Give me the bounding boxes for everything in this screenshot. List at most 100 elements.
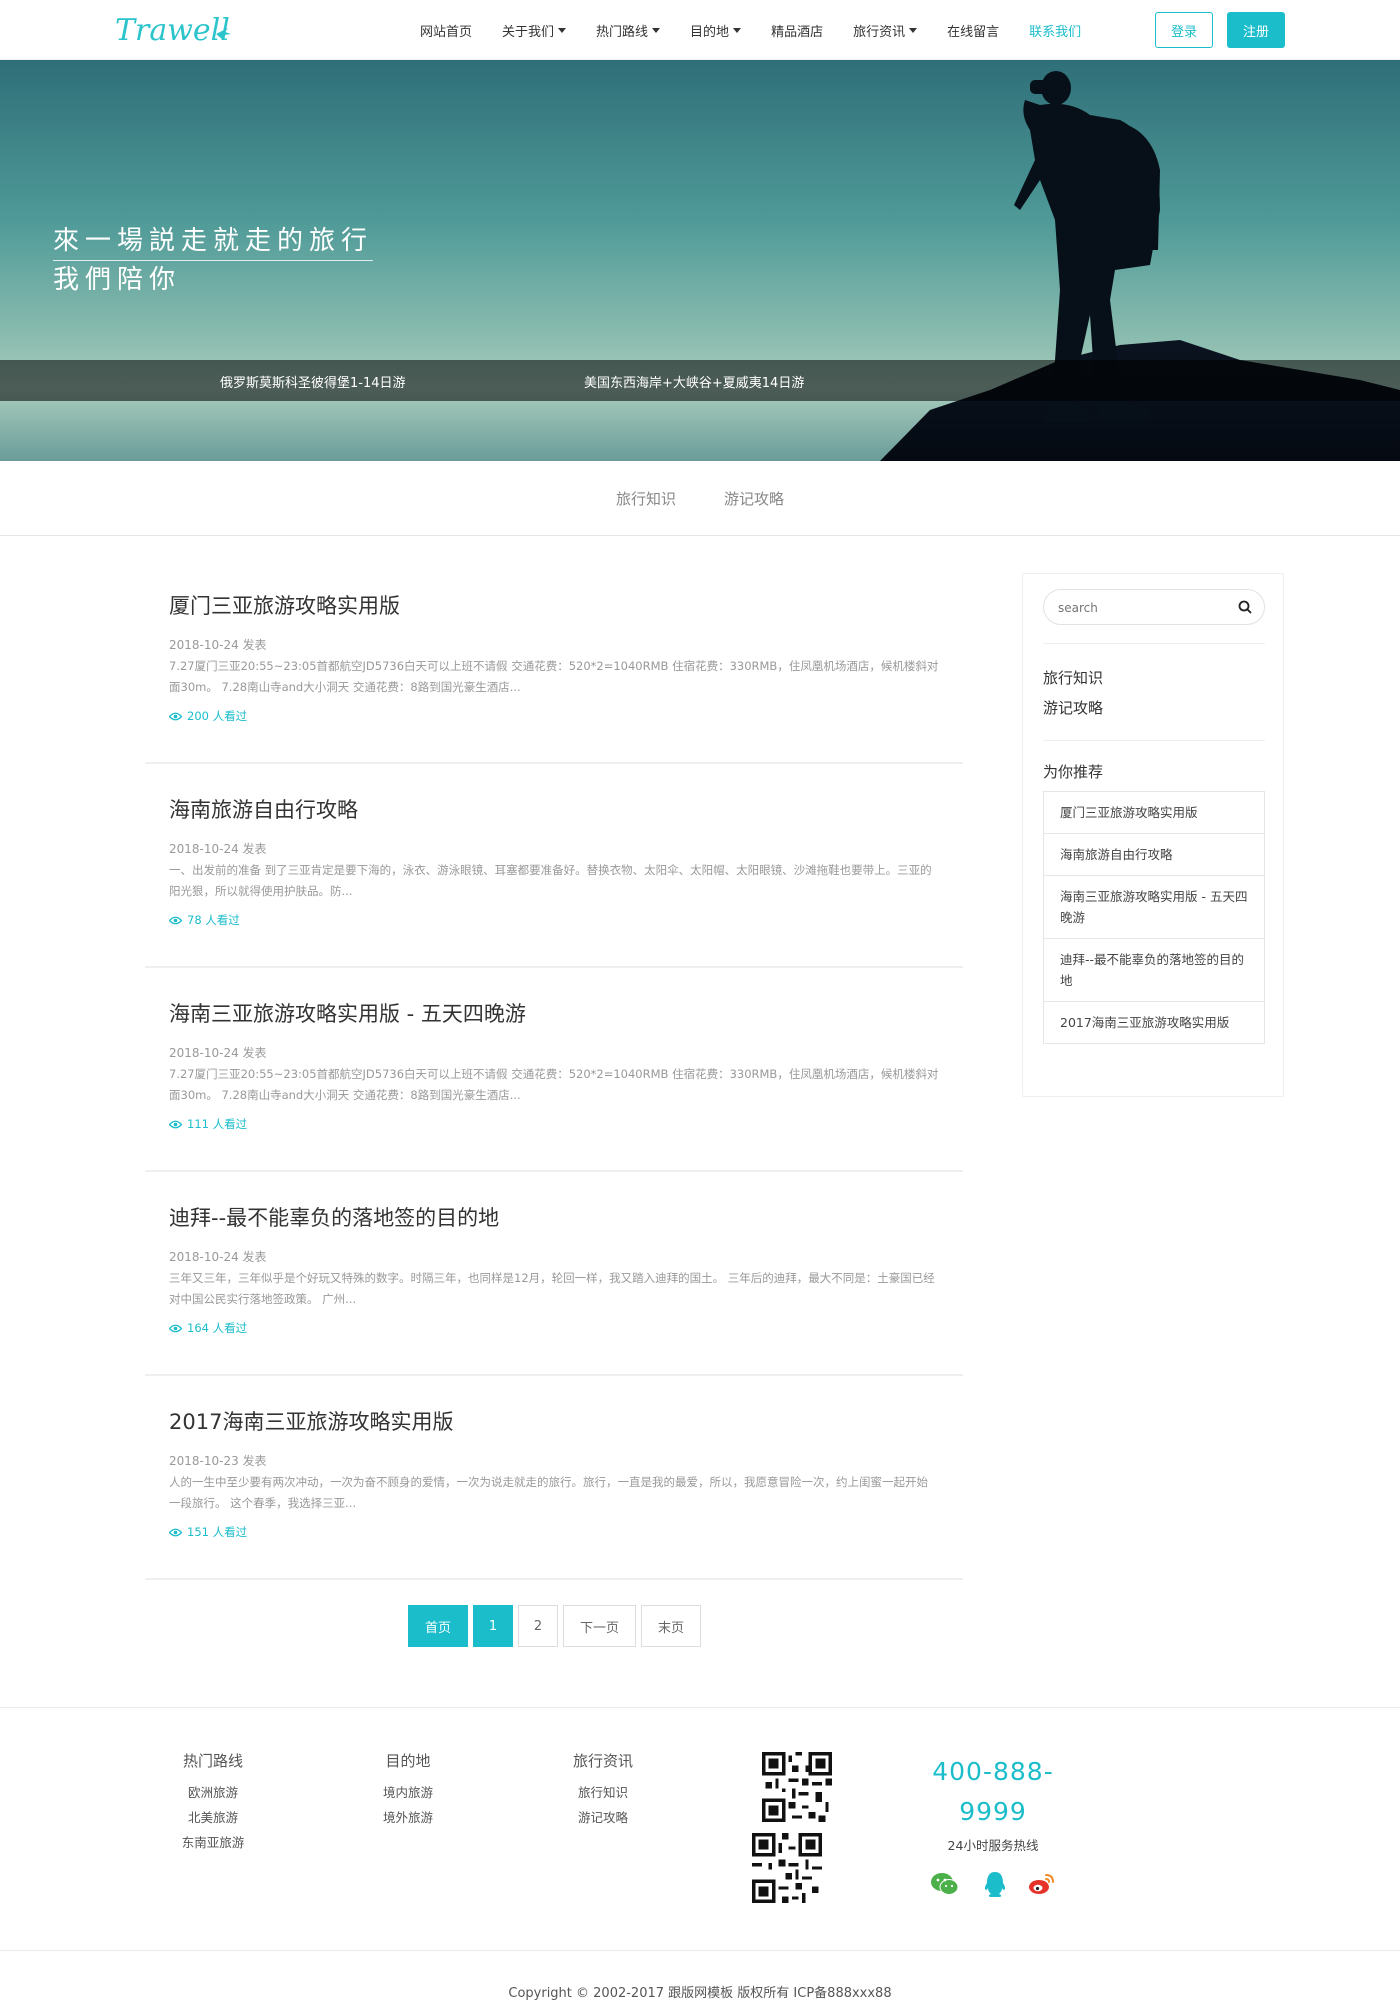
article-views-count: 200 人看过 [187, 709, 248, 723]
article-date: 2018-10-24 发表 [169, 842, 267, 856]
wechat-icon[interactable] [930, 1870, 960, 1898]
article-views-count: 111 人看过 [187, 1117, 248, 1131]
page-first-button[interactable]: 首页 [408, 1605, 469, 1647]
hero-title-line2: 我們陪你 [53, 265, 182, 295]
qr-code-icon [752, 1833, 822, 1903]
hero-headline: 來一場説走就走的旅行 我們陪你 [53, 222, 374, 299]
eye-icon [169, 916, 182, 924]
article-title[interactable]: 2017海南三亚旅游攻略实用版 [169, 1408, 939, 1436]
qq-icon[interactable] [980, 1870, 1010, 1898]
article-title[interactable]: 厦门三亚旅游攻略实用版 [169, 592, 939, 620]
footer-col-title: 旅行资讯 [572, 1752, 633, 1770]
sidebar-link-travel-knowledge[interactable]: 旅行知识 [1043, 667, 1103, 688]
copyright-text: Copyright © 2002-2017 跟版网模板 版权所有 ICP备888… [508, 1986, 892, 2001]
footer-col-destinations: 目的地 境内旅游 境外旅游 [348, 1750, 468, 1830]
article-card[interactable]: 迪拜--最不能辜负的落地签的目的地 2018-10-24 发表 三年又三年，三年似乎… [145, 1172, 963, 1376]
recommend-heading: 为你推荐 [1043, 763, 1104, 781]
tab-travel-knowledge[interactable]: 旅行知识 [616, 488, 676, 509]
eye-icon [169, 712, 182, 720]
nav-item-label: 精品酒店 [771, 24, 824, 40]
article-views: 151 人看过 [169, 1524, 939, 1540]
login-button[interactable]: 登录 [1155, 12, 1213, 48]
footer-link-southeast-asia[interactable]: 东南亚旅游 [153, 1830, 273, 1855]
footer-link-overseas[interactable]: 境外旅游 [348, 1805, 468, 1830]
footer-link-domestic[interactable]: 境内旅游 [348, 1780, 468, 1805]
nav-item-0[interactable]: 网站首页 [420, 21, 472, 40]
article-card[interactable]: 2017海南三亚旅游攻略实用版 2018-10-23 发表人的一生中至少要有两次冲… [145, 1376, 963, 1580]
page-1-button[interactable]: 1 [473, 1605, 514, 1647]
eye-icon [169, 1528, 182, 1536]
caret-down-icon [652, 27, 661, 33]
article-date: 2018-10-24 发表 [169, 638, 267, 652]
hero-caption-2[interactable]: 美国东西海岸+大峡谷+夏威夷14日游 [584, 372, 804, 391]
footer: 热门路线 欧洲旅游 北美旅游 东南亚旅游 目的地 境内旅游 境外旅游 旅行资讯 … [0, 1707, 1400, 2011]
article-excerpt: 7.27厦门三亚20:55~23:05首都航空JD5736白天可以上班不请假 交… [169, 659, 939, 694]
article-views: 164 人看过 [169, 1320, 939, 1336]
article-title[interactable]: 迪拜--最不能辜负的落地签的目的地 [169, 1204, 939, 1232]
recommend-item[interactable]: 海南旅游自由行攻略 [1044, 834, 1264, 876]
top-navbar: Trawell 网站首页 关于我们 热门路线 目的地 精品酒店 旅行资讯 在线留言 联系我们 … [0, 0, 1400, 60]
nav-item-7[interactable]: 联系我们 [1029, 21, 1081, 40]
nav-item-label: 网站首页 [420, 24, 473, 40]
nav-item-label: 在线留言 [947, 24, 1000, 40]
footer-link-travel-knowledge[interactable]: 旅行知识 [543, 1780, 663, 1805]
article-card[interactable]: 厦门三亚旅游攻略实用版 2018-10-24 发表 7.27厦门三亚20:55~23… [145, 560, 963, 764]
weibo-icon[interactable] [1027, 1870, 1057, 1898]
nav-item-label: 联系我们 [1029, 24, 1082, 40]
trawell-logo[interactable]: Trawell [113, 6, 243, 54]
nav-item-4[interactable]: 精品酒店 [771, 21, 823, 40]
search-box [1043, 589, 1265, 625]
service-phone: 400-888- 9999 [918, 1752, 1068, 1832]
nav-item-3[interactable]: 目的地 [690, 21, 742, 40]
main-menu: 网站首页 关于我们 热门路线 目的地 精品酒店 旅行资讯 在线留言 联系我们 [420, 0, 1111, 60]
caret-down-icon [909, 27, 918, 33]
footer-col-routes: 热门路线 欧洲旅游 北美旅游 东南亚旅游 [153, 1750, 273, 1855]
article-views: 78 人看过 [169, 912, 939, 928]
hero-title-line1: 來一場説走就走的旅行 [53, 222, 374, 261]
page-2-button[interactable]: 2 [518, 1605, 559, 1647]
nav-item-label: 旅行资讯 [853, 24, 906, 40]
page-last-button[interactable]: 末页 [641, 1605, 702, 1647]
nav-item-label: 关于我们 [502, 24, 555, 40]
article-views: 200 人看过 [169, 708, 939, 724]
footer-link-north-america[interactable]: 北美旅游 [153, 1805, 273, 1830]
nav-item-6[interactable]: 在线留言 [947, 21, 999, 40]
article-views-count: 164 人看过 [187, 1321, 248, 1335]
article-excerpt: 三年又三年，三年似乎是个好玩又特殊的数字。时隔三年，也同样是12月，轮回一样，我… [169, 1271, 935, 1306]
eye-icon [169, 1324, 182, 1332]
phone-line-1: 400-888- [932, 1757, 1054, 1786]
search-icon[interactable] [1237, 599, 1253, 615]
footer-col-news: 旅行资讯 旅行知识 游记攻略 [543, 1750, 663, 1830]
sidebar-divider [1043, 740, 1265, 741]
nav-item-2[interactable]: 热门路线 [596, 21, 661, 40]
footer-link-europe[interactable]: 欧洲旅游 [153, 1780, 273, 1805]
article-card[interactable]: 海南三亚旅游攻略实用版 - 五天四晚游 2018-10-24 发表 7.27厦门三亚… [145, 968, 963, 1172]
tab-travel-notes[interactable]: 游记攻略 [724, 488, 784, 509]
article-title[interactable]: 海南旅游自由行攻略 [169, 796, 939, 824]
nav-item-label: 目的地 [690, 24, 730, 40]
search-input[interactable] [1058, 599, 1228, 617]
recommend-item[interactable]: 2017海南三亚旅游攻略实用版 [1044, 1002, 1264, 1043]
article-excerpt: 人的一生中至少要有两次冲动，一次为奋不顾身的爱情，一次为说走就走的旅行。旅行，一… [169, 1475, 928, 1510]
article-views-count: 151 人看过 [187, 1525, 248, 1539]
article-title[interactable]: 海南三亚旅游攻略实用版 - 五天四晚游 [169, 1000, 939, 1028]
recommend-item[interactable]: 迪拜--最不能辜负的落地签的目的地 [1044, 939, 1264, 1002]
phone-line-2: 9999 [959, 1797, 1027, 1826]
sidebar-link-travel-notes[interactable]: 游记攻略 [1043, 697, 1103, 718]
nav-item-5[interactable]: 旅行资讯 [853, 21, 918, 40]
article-card[interactable]: 海南旅游自由行攻略 2018-10-24 发表 一、出发前的准备 到了三亚肯定是要下… [145, 764, 963, 968]
pagination: 首页 1 2 下一页 末页 [408, 1605, 706, 1647]
sidebar-divider [1043, 643, 1265, 644]
page-next-button[interactable]: 下一页 [563, 1605, 637, 1647]
nav-item-1[interactable]: 关于我们 [502, 21, 567, 40]
article-excerpt: 7.27厦门三亚20:55~23:05首都航空JD5736白天可以上班不请假 交… [169, 1067, 939, 1102]
footer-link-travel-notes[interactable]: 游记攻略 [543, 1805, 663, 1830]
recommend-item[interactable]: 海南三亚旅游攻略实用版 - 五天四晚游 [1044, 876, 1264, 939]
footer-col-title: 目的地 [385, 1752, 431, 1770]
caret-down-icon [733, 27, 742, 33]
article-date: 2018-10-24 发表 [169, 1046, 267, 1060]
recommend-item[interactable]: 厦门三亚旅游攻略实用版 [1044, 792, 1264, 834]
article-date: 2018-10-23 发表 [169, 1454, 267, 1468]
register-button[interactable]: 注册 [1227, 12, 1285, 48]
hero-caption-1[interactable]: 俄罗斯莫斯科圣彼得堡1-14日游 [220, 372, 406, 391]
